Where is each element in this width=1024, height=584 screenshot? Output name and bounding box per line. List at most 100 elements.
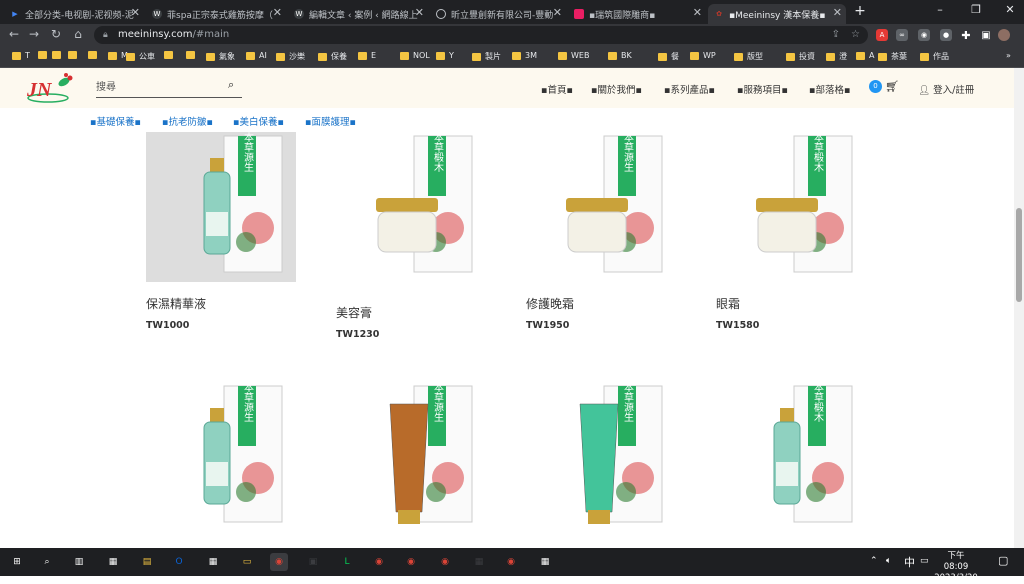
app-icon[interactable]: ▦: [204, 553, 222, 571]
product-image[interactable]: 本草源生: [146, 382, 296, 532]
product-image[interactable]: 本草椴木: [336, 132, 486, 282]
product-name[interactable]: 保濕精華液: [146, 295, 206, 312]
search-icon[interactable]: ⌕: [228, 78, 234, 92]
camera-icon[interactable]: ◉: [918, 29, 930, 41]
bookmark-item[interactable]: BK: [608, 51, 632, 60]
close-icon[interactable]: ✕: [273, 6, 282, 19]
nav-home[interactable]: ▪首頁▪: [541, 82, 573, 96]
browser-tab-active[interactable]: ✿ ▪Meeininsy 漢本保養▪ ✕: [708, 4, 846, 24]
new-tab-button[interactable]: +: [850, 3, 870, 19]
browser-tab[interactable]: 昕立豐創新有限公司-豐動 ✕: [430, 4, 566, 24]
close-icon[interactable]: ✕: [131, 6, 140, 19]
bookmark-item[interactable]: 餐: [658, 51, 679, 62]
browser-tab[interactable]: ▪瑞筑國際雕商▪ ✕: [568, 4, 706, 24]
chrome-icon[interactable]: ◉: [270, 553, 288, 571]
ime-icon[interactable]: 中: [904, 554, 915, 570]
subnav-anti-aging[interactable]: ▪抗老防皺▪: [162, 114, 213, 128]
back-icon[interactable]: ←: [6, 27, 22, 41]
speaker-icon[interactable]: 🔈︎: [886, 556, 891, 566]
puzzle-icon[interactable]: ✚: [960, 29, 972, 42]
product-name[interactable]: 修護晚霜: [526, 295, 574, 312]
bookmark-item[interactable]: [164, 51, 177, 59]
chrome-icon[interactable]: ◉: [436, 553, 454, 571]
notes-icon[interactable]: ▤: [138, 553, 156, 571]
extension-icon[interactable]: ∞: [896, 29, 908, 41]
maximize-button[interactable]: ❐: [966, 3, 986, 16]
bookmark-item[interactable]: 版型: [734, 51, 763, 62]
product-image[interactable]: 本草椴木: [716, 132, 866, 282]
search-icon[interactable]: ⌕: [38, 553, 56, 571]
bookmark-item[interactable]: Y: [436, 51, 454, 60]
browser-tab[interactable]: ▶ 全部分类-电视剧-泥视频-泥 ✕: [4, 4, 144, 24]
nav-blog[interactable]: ▪部落格▪: [809, 82, 850, 96]
cart-button[interactable]: 0 🛒︎: [869, 80, 899, 93]
bookmark-item[interactable]: NOL: [400, 51, 430, 60]
search-box[interactable]: 搜尋 ⌕: [96, 74, 242, 98]
star-icon[interactable]: ☆: [851, 26, 860, 44]
close-icon[interactable]: ✕: [415, 6, 424, 19]
bookmark-item[interactable]: 茶葉: [878, 51, 907, 62]
nav-services[interactable]: ▪服務項目▪: [737, 82, 788, 96]
bookmark-item[interactable]: E: [358, 51, 376, 60]
nav-products[interactable]: ▪系列產品▪: [664, 82, 715, 96]
bookmark-item[interactable]: WP: [690, 51, 716, 60]
system-clock[interactable]: 下午 08:09 2023/3/20: [934, 551, 978, 584]
subnav-whitening[interactable]: ▪美白保養▪: [233, 114, 284, 128]
bookmark-item[interactable]: WEB: [558, 51, 589, 60]
chrome-icon[interactable]: ◉: [502, 553, 520, 571]
home-icon[interactable]: ⌂: [70, 27, 86, 41]
outlook-icon[interactable]: O: [170, 553, 188, 571]
product-image[interactable]: 本草源生: [526, 132, 676, 282]
network-icon[interactable]: ▭: [920, 556, 929, 566]
explorer-icon[interactable]: ▭: [238, 553, 256, 571]
bookmark-item[interactable]: 投資: [786, 51, 815, 62]
bookmark-item[interactable]: [38, 51, 51, 59]
url-bar[interactable]: 🔒︎ meeininsy.com/#main ⇪ ☆: [94, 26, 868, 44]
bookmark-item[interactable]: [88, 51, 101, 59]
sidepanel-icon[interactable]: ▣: [980, 29, 992, 41]
close-icon[interactable]: ✕: [833, 6, 842, 19]
chrome-icon[interactable]: ◉: [370, 553, 388, 571]
chrome-icon[interactable]: ◉: [402, 553, 420, 571]
page-scrollbar[interactable]: [1014, 68, 1024, 548]
search-input[interactable]: 搜尋: [96, 78, 116, 93]
bookmark-item[interactable]: 作品: [920, 51, 949, 62]
bookmark-item[interactable]: 氣象: [206, 51, 235, 62]
app-icon[interactable]: ▦: [536, 553, 554, 571]
avatar[interactable]: [998, 29, 1010, 41]
brand-logo[interactable]: JN: [24, 72, 76, 104]
line-icon[interactable]: L: [338, 553, 356, 571]
reload-icon[interactable]: ↻: [48, 27, 64, 41]
chevron-up-icon[interactable]: ⌃: [870, 556, 878, 566]
bookmark-item[interactable]: M: [108, 51, 128, 60]
bookmark-item[interactable]: 保養: [318, 51, 347, 62]
browser-tab[interactable]: W 菲spa正宗泰式雞筋按摩（ ✕: [146, 4, 286, 24]
store-icon[interactable]: ▣: [304, 553, 322, 571]
notification-icon[interactable]: ▢: [998, 554, 1008, 567]
app-icon[interactable]: ▦: [104, 553, 122, 571]
product-image[interactable]: 本草源生: [526, 382, 676, 532]
login-link[interactable]: 👤︎ 登入/註冊: [918, 82, 974, 96]
bookmark-item[interactable]: 沙樂: [276, 51, 305, 62]
subnav-mask-care[interactable]: ▪面膜護理▪: [305, 114, 356, 128]
windows-icon[interactable]: ⊞: [8, 553, 26, 571]
bookmark-item[interactable]: 3M: [512, 51, 537, 60]
minimize-button[interactable]: –: [930, 3, 950, 16]
bookmark-item[interactable]: 製片: [472, 51, 501, 62]
bookmark-item[interactable]: T: [12, 51, 30, 60]
bookmarks-overflow-icon[interactable]: »: [1006, 51, 1011, 60]
bookmark-item[interactable]: [68, 51, 81, 59]
bookmark-item[interactable]: [186, 51, 199, 59]
product-name[interactable]: 眼霜: [716, 295, 740, 312]
share-icon[interactable]: ⇪: [832, 26, 840, 44]
bookmark-item[interactable]: 澄: [826, 51, 847, 62]
subnav-basic-care[interactable]: ▪基礎保養▪: [90, 114, 141, 128]
scrollbar-thumb[interactable]: [1016, 208, 1022, 302]
forward-icon[interactable]: →: [26, 27, 42, 41]
product-image[interactable]: 本草源生: [146, 132, 296, 282]
product-name[interactable]: 美容膏: [336, 304, 372, 321]
browser-tab[interactable]: W 編輯文章 ‹ 案例 ‹ 網路線上 ✕: [288, 4, 428, 24]
product-image[interactable]: 本草椴木: [716, 382, 866, 532]
close-icon[interactable]: ✕: [693, 6, 702, 19]
close-icon[interactable]: ✕: [553, 6, 562, 19]
